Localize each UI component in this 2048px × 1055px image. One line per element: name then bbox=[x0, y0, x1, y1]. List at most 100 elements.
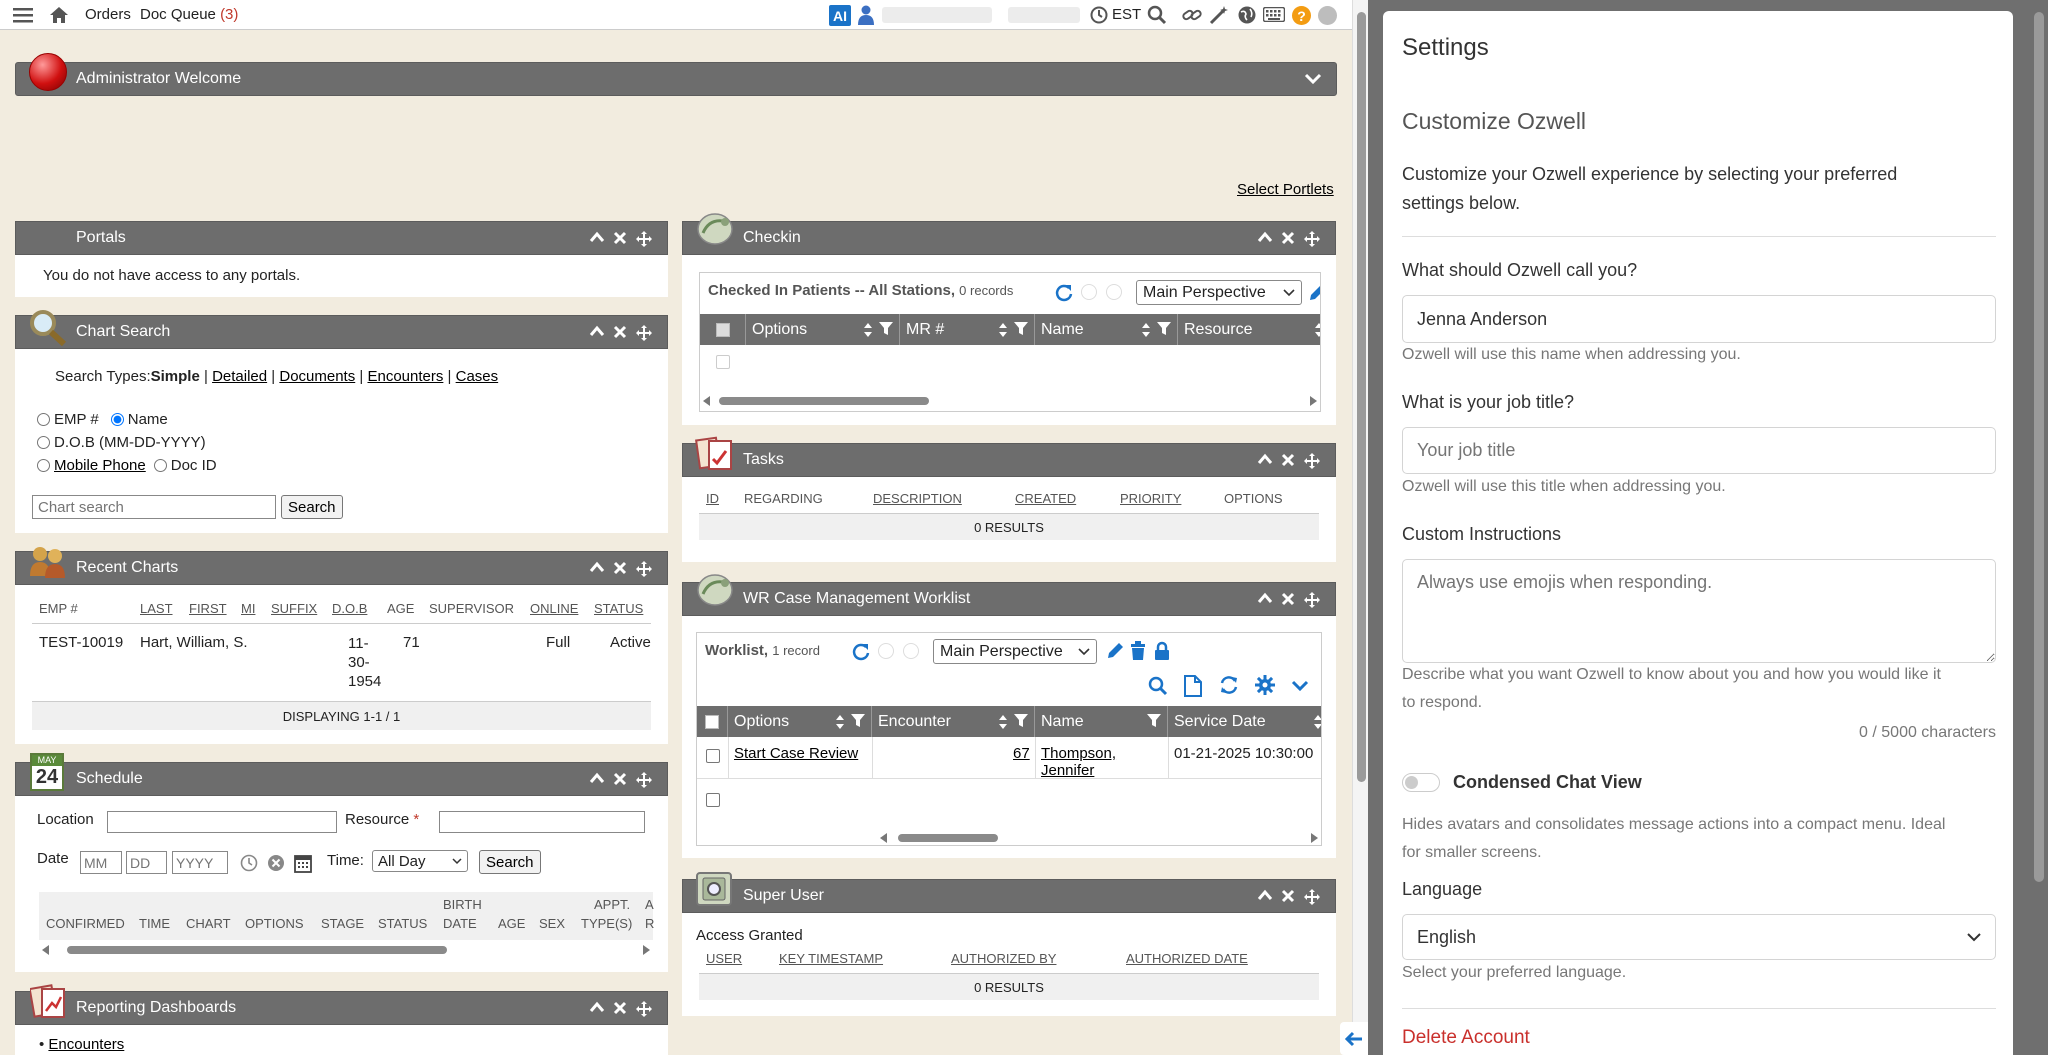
custom-instructions-field[interactable] bbox=[1402, 559, 1996, 663]
col-online[interactable]: ONLINE bbox=[530, 601, 578, 616]
select-portlets-link[interactable]: Select Portlets bbox=[1237, 181, 1334, 198]
filter-icon[interactable] bbox=[1014, 714, 1028, 728]
reporting-encounters-link[interactable]: Encounters bbox=[48, 1036, 124, 1053]
sort-icon[interactable] bbox=[1313, 714, 1322, 730]
ai-button[interactable]: AI bbox=[829, 5, 851, 26]
date-mm-input[interactable] bbox=[80, 851, 122, 874]
name-field[interactable] bbox=[1402, 295, 1996, 343]
checkin-horizontal-scrollbar[interactable] bbox=[701, 394, 1320, 408]
col-name[interactable]: Name bbox=[1035, 706, 1168, 737]
close-icon[interactable] bbox=[612, 230, 628, 248]
radio-mobile-label[interactable]: Mobile Phone bbox=[54, 457, 146, 474]
keyboard-icon[interactable] bbox=[1263, 7, 1285, 22]
doc-queue-link[interactable]: Doc Queue (3) bbox=[140, 6, 238, 23]
refresh-icon[interactable] bbox=[1054, 283, 1074, 303]
edit-icon[interactable] bbox=[1106, 642, 1124, 660]
language-select[interactable]: English bbox=[1402, 914, 1996, 960]
sync-icon[interactable] bbox=[1219, 675, 1239, 695]
empty-row-checkbox[interactable] bbox=[706, 793, 720, 807]
link-icon[interactable] bbox=[1182, 6, 1202, 24]
search-type-detailed[interactable]: Detailed bbox=[212, 368, 267, 385]
prev-icon[interactable] bbox=[1081, 284, 1097, 300]
col-name[interactable]: Name bbox=[1035, 314, 1178, 345]
select-all-checkbox[interactable] bbox=[705, 714, 719, 729]
collapse-up-icon[interactable] bbox=[1257, 591, 1273, 609]
magic-wand-icon[interactable] bbox=[1209, 5, 1229, 25]
collapse-up-icon[interactable] bbox=[1257, 230, 1273, 248]
sort-icon[interactable] bbox=[1141, 322, 1151, 338]
move-icon[interactable] bbox=[635, 771, 653, 789]
user-icon[interactable] bbox=[858, 5, 874, 25]
search-type-encounters[interactable]: Encounters bbox=[367, 368, 443, 385]
expand-chevron-icon[interactable] bbox=[1291, 680, 1309, 692]
document-icon[interactable] bbox=[1184, 675, 1202, 697]
search-icon[interactable] bbox=[1147, 5, 1167, 25]
job-title-field[interactable] bbox=[1402, 427, 1996, 474]
col-encounter[interactable]: Encounter bbox=[872, 706, 1035, 737]
chart-search-button[interactable]: Search bbox=[281, 495, 343, 519]
empty-row-checkbox[interactable] bbox=[716, 355, 730, 369]
close-icon[interactable] bbox=[612, 560, 628, 578]
collapse-up-icon[interactable] bbox=[589, 324, 605, 342]
col-mi[interactable]: MI bbox=[241, 601, 255, 616]
checkin-perspective-select[interactable]: Main Perspective bbox=[1136, 280, 1302, 305]
col-options[interactable]: Options bbox=[746, 314, 900, 345]
col-mr[interactable]: MR # bbox=[900, 314, 1035, 345]
col-id[interactable]: ID bbox=[706, 491, 719, 506]
prev-icon[interactable] bbox=[878, 643, 894, 659]
clear-date-icon[interactable] bbox=[267, 854, 285, 872]
col-user[interactable]: USER bbox=[706, 951, 742, 966]
close-icon[interactable] bbox=[1280, 230, 1296, 248]
time-select[interactable]: All Day bbox=[372, 850, 468, 872]
collapse-up-icon[interactable] bbox=[589, 1000, 605, 1018]
resource-input[interactable] bbox=[439, 811, 645, 833]
col-status[interactable]: STATUS bbox=[594, 601, 643, 616]
page-scrollbar[interactable] bbox=[1352, 0, 1368, 1055]
move-icon[interactable] bbox=[1303, 591, 1321, 609]
collapse-up-icon[interactable] bbox=[1257, 452, 1273, 470]
col-key-timestamp[interactable]: KEY TIMESTAMP bbox=[779, 951, 883, 966]
start-case-review-link[interactable]: Start Case Review bbox=[734, 745, 858, 762]
overlay-scrollbar-thumb[interactable] bbox=[2034, 12, 2044, 882]
panel-toggle-arrow-icon[interactable] bbox=[1340, 1022, 1368, 1055]
close-icon[interactable] bbox=[612, 324, 628, 342]
clock-icon[interactable] bbox=[1090, 6, 1108, 24]
encounter-link[interactable]: 67 bbox=[1013, 745, 1030, 762]
home-icon[interactable] bbox=[48, 5, 70, 25]
worklist-perspective-select[interactable]: Main Perspective bbox=[933, 639, 1097, 664]
help-icon[interactable]: ? bbox=[1292, 6, 1311, 25]
chart-search-input[interactable] bbox=[32, 495, 276, 519]
clock-icon[interactable] bbox=[240, 854, 258, 872]
lock-icon[interactable] bbox=[1154, 641, 1170, 661]
patient-name-link[interactable]: Thompson, Jennifer bbox=[1041, 745, 1116, 779]
col-created[interactable]: CREATED bbox=[1015, 491, 1076, 506]
col-resource[interactable]: Resource bbox=[1178, 314, 1320, 345]
menu-icon[interactable] bbox=[12, 6, 34, 24]
location-input[interactable] bbox=[107, 811, 337, 833]
search-type-cases[interactable]: Cases bbox=[456, 368, 499, 385]
col-dob[interactable]: D.O.B bbox=[332, 601, 367, 616]
radio-mobile[interactable] bbox=[37, 459, 50, 472]
radio-docid[interactable] bbox=[153, 459, 167, 472]
delete-account-button[interactable]: Delete Account bbox=[1402, 1027, 1530, 1049]
gear-icon[interactable] bbox=[1255, 675, 1275, 695]
close-icon[interactable] bbox=[1280, 591, 1296, 609]
date-dd-input[interactable] bbox=[126, 851, 167, 874]
col-priority[interactable]: PRIORITY bbox=[1120, 491, 1181, 506]
worklist-horizontal-scrollbar[interactable] bbox=[878, 831, 1321, 845]
next-icon[interactable] bbox=[903, 643, 919, 659]
collapse-up-icon[interactable] bbox=[589, 560, 605, 578]
next-icon[interactable] bbox=[1106, 284, 1122, 300]
close-icon[interactable] bbox=[612, 771, 628, 789]
sort-icon[interactable] bbox=[863, 322, 873, 338]
col-authorized-by[interactable]: AUTHORIZED BY bbox=[951, 951, 1056, 966]
sort-icon[interactable] bbox=[998, 322, 1008, 338]
col-first[interactable]: FIRST bbox=[189, 601, 227, 616]
move-icon[interactable] bbox=[635, 560, 653, 578]
refresh-icon[interactable] bbox=[851, 642, 871, 662]
filter-icon[interactable] bbox=[879, 322, 893, 336]
move-icon[interactable] bbox=[635, 324, 653, 342]
sort-icon[interactable] bbox=[835, 714, 845, 730]
table-row[interactable]: TEST-10019 Hart, William, S. 11- 30- 195… bbox=[32, 623, 651, 691]
move-icon[interactable] bbox=[1303, 230, 1321, 248]
